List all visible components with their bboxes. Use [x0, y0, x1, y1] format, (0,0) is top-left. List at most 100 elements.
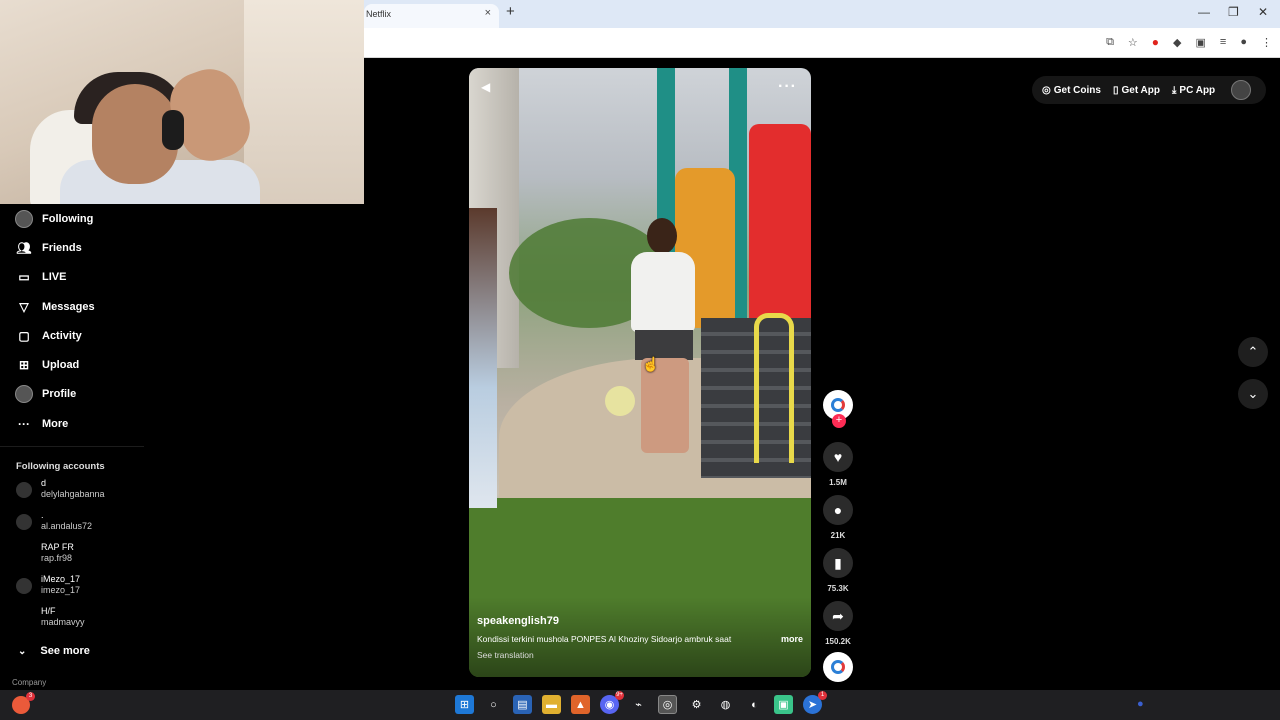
next-video-button[interactable]: ⌄: [1238, 379, 1268, 409]
sidebar-item-friends[interactable]: 👥︎ Friends: [0, 233, 160, 262]
pc-app-button[interactable]: ⤓ PC App: [1172, 85, 1215, 96]
microphone-icon[interactable]: ●: [1137, 698, 1144, 710]
discord-icon[interactable]: ◉ 9+: [600, 691, 624, 714]
search-icon[interactable]: ○: [484, 695, 503, 714]
sidebar-item-upload[interactable]: ⊞ Upload: [0, 350, 160, 379]
see-translation-link[interactable]: See translation: [477, 650, 803, 660]
previous-video-button[interactable]: ⌃: [1238, 337, 1268, 367]
new-tab-button[interactable]: +: [506, 3, 515, 20]
weather-icon[interactable]: 3: [12, 692, 35, 714]
phone-icon: ▯: [1112, 84, 1119, 96]
messages-icon: ▽: [19, 299, 29, 314]
avatar: [16, 546, 32, 563]
webcam-overlay: [0, 0, 364, 204]
sidebar-item-activity[interactable]: ▢ Activity: [0, 321, 160, 350]
creator-logo-icon: [831, 398, 845, 412]
comment-icon: ●: [833, 502, 843, 518]
follow-plus-icon[interactable]: +: [832, 414, 846, 428]
company-link[interactable]: Company: [0, 664, 160, 687]
top-right-bar: ◎ Get Coins ▯ Get App ⤓ PC App: [1032, 76, 1266, 104]
install-icon[interactable]: ⧉: [1106, 36, 1114, 49]
app2-icon[interactable]: ◐: [745, 695, 764, 714]
avatar: [16, 610, 32, 627]
address-bar[interactable]: ⧉ ☆ ● ◆ ▣ ≡ ● ⋮: [364, 28, 1280, 58]
avatar: [16, 514, 32, 531]
pc-app-label: PC App: [1179, 84, 1216, 96]
sidebar-item-following[interactable]: Following: [0, 204, 160, 233]
settings-icon[interactable]: ⚙: [687, 695, 706, 714]
account-item[interactable]: RAP FR rap.fr98: [0, 542, 160, 574]
description-more-button[interactable]: more: [781, 634, 803, 644]
account-item[interactable]: . al.andalus72: [0, 510, 160, 542]
bookmark-star-icon[interactable]: ☆: [1128, 36, 1138, 49]
video-menu-icon[interactable]: ···: [778, 78, 797, 96]
game-controller-icon[interactable]: ⌁: [629, 695, 648, 714]
account-item[interactable]: H/F madmavyy: [0, 606, 160, 638]
live-icon: ▭: [18, 270, 30, 285]
sidebar-item-profile[interactable]: Profile: [0, 380, 160, 409]
restore-button[interactable]: ❐: [1228, 5, 1239, 19]
chevron-down-icon: ⌄: [1247, 386, 1259, 401]
comment-button[interactable]: ●: [823, 495, 853, 525]
tab-close-icon[interactable]: ×: [485, 7, 491, 19]
sound-avatar[interactable]: [823, 652, 853, 682]
following-accounts-title: Following accounts: [0, 446, 144, 478]
app3-icon[interactable]: ▣: [774, 695, 793, 714]
tab-title: Netflix: [366, 9, 392, 19]
mouse-cursor-icon: ☝: [642, 356, 660, 372]
account-item[interactable]: d delylahgabanna: [0, 478, 160, 510]
app4-icon[interactable]: ➤ 1: [803, 691, 827, 714]
windows-start-icon[interactable]: ⊞: [455, 695, 474, 714]
minimize-button[interactable]: —: [1198, 5, 1210, 19]
chrome-icon[interactable]: ◎: [658, 695, 677, 714]
extension-icon[interactable]: ◆: [1173, 36, 1181, 49]
video-author[interactable]: speakenglish79: [477, 615, 803, 627]
sidebar-item-label: Upload: [42, 359, 80, 372]
avatar: [16, 578, 32, 595]
volume-icon[interactable]: ◀: [481, 80, 490, 94]
save-button[interactable]: ▮: [823, 548, 853, 578]
browser-menu-icon[interactable]: ⋮: [1261, 36, 1272, 49]
folder-icon[interactable]: ▬: [542, 695, 561, 714]
opera-extension-icon[interactable]: ●: [1152, 35, 1159, 49]
sidebar-item-label: Profile: [42, 388, 77, 401]
like-button[interactable]: ♥: [823, 442, 853, 472]
user-avatar[interactable]: [1231, 80, 1252, 100]
media-controls-icon[interactable]: ≡: [1220, 36, 1226, 48]
see-more-button[interactable]: ⌄ See more: [0, 638, 160, 664]
sidebar-item-label: Friends: [42, 241, 82, 254]
share-count: 150.2K: [825, 637, 851, 646]
video-caption: speakenglish79 Kondissi terkini mushola …: [469, 597, 811, 677]
close-window-button[interactable]: ✕: [1258, 5, 1268, 19]
app-badge: 1: [818, 691, 827, 700]
account-item[interactable]: iMezo_17 imezo_17: [0, 574, 160, 606]
account-name: RAP FR: [41, 542, 74, 553]
sidebar-item-live[interactable]: ▭ LIVE: [0, 263, 160, 292]
get-app-button[interactable]: ▯ Get App: [1113, 85, 1160, 96]
bookmark-icon: ▮: [834, 554, 842, 571]
avatar: [16, 482, 32, 499]
sidebar-item-label: LIVE: [42, 271, 67, 284]
browser-tab[interactable]: Netflix ×: [364, 4, 499, 28]
sidebar-item-more[interactable]: ··· More: [0, 409, 160, 438]
profile-avatar-icon[interactable]: ●: [1240, 36, 1247, 48]
video-description: Kondissi terkini mushola PONPES Al Khozi…: [477, 634, 732, 644]
video-player[interactable]: ◀ ··· speakenglish79 Kondissi terkini mu…: [469, 68, 811, 677]
store-icon[interactable]: ▤: [513, 695, 532, 714]
sidebar-item-label: Following: [42, 212, 94, 225]
creator-avatar[interactable]: +: [823, 390, 853, 428]
see-more-label: See more: [40, 645, 90, 658]
steam-icon[interactable]: ◍: [716, 695, 735, 714]
share-icon: ➦: [832, 607, 844, 624]
app-icon[interactable]: ▲: [571, 695, 590, 714]
get-coins-button[interactable]: ◎ Get Coins: [1042, 85, 1101, 96]
account-name: .: [41, 510, 44, 521]
action-rail: + ♥ 1.5M ● 21K ▮ 75.3K ➦ 150.2K: [821, 390, 855, 682]
account-name: iMezo_17: [41, 574, 81, 585]
like-count: 1.5M: [829, 478, 847, 487]
share-button[interactable]: ➦: [823, 601, 853, 631]
account-handle: delylahgabanna: [41, 489, 105, 500]
puzzle-extensions-icon[interactable]: ▣: [1196, 36, 1206, 49]
sidebar-item-messages[interactable]: ▽ Messages: [0, 292, 160, 321]
get-coins-label: Get Coins: [1053, 84, 1101, 96]
